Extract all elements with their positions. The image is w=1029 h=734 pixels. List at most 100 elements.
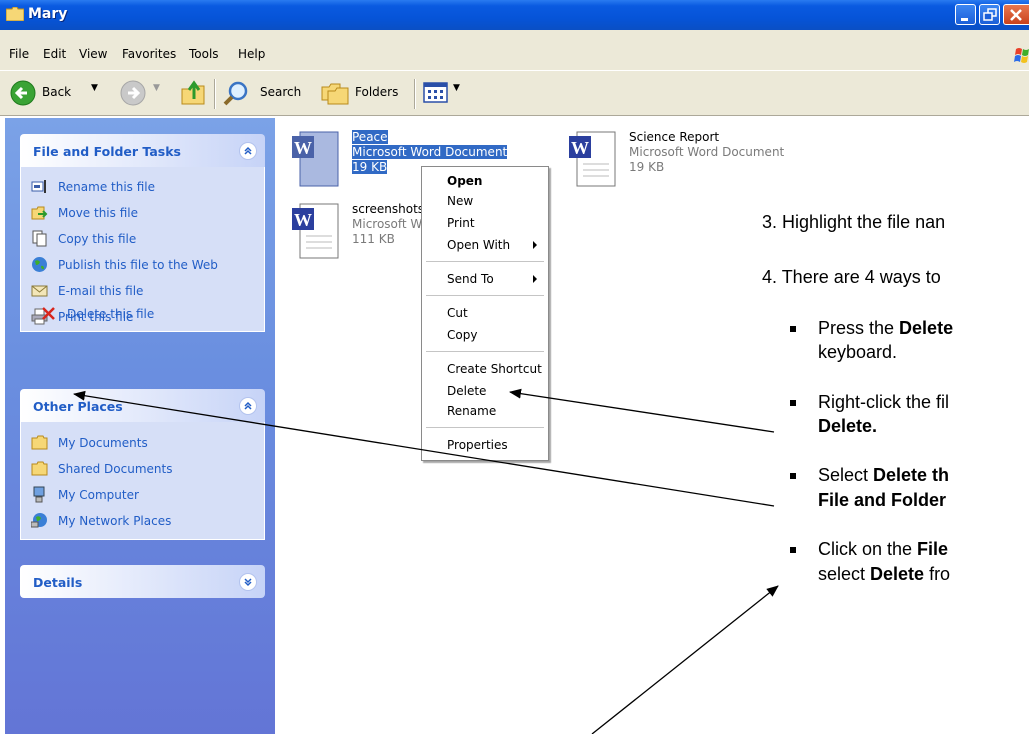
folders-button[interactable]: Folders bbox=[318, 71, 408, 115]
bullet-1-line-2: keyboard. bbox=[818, 342, 898, 362]
close-icon bbox=[1010, 9, 1022, 21]
window-title: Mary bbox=[28, 6, 68, 22]
panel-header[interactable]: Other Places bbox=[20, 389, 265, 422]
menu-separator bbox=[426, 261, 544, 262]
restore-button[interactable] bbox=[979, 4, 1000, 25]
other-places-panel: Other Places My Documents Shared Documen… bbox=[20, 389, 265, 540]
instruction-step-4: 4. There are 4 ways to bbox=[762, 267, 941, 287]
restore-icon bbox=[983, 8, 997, 21]
views-button[interactable]: ▼ bbox=[421, 71, 466, 115]
menu-separator bbox=[426, 351, 544, 352]
back-label: Back bbox=[42, 85, 72, 99]
file-size: 19 KB bbox=[352, 160, 388, 174]
menu-tools[interactable]: Tools bbox=[189, 47, 219, 61]
expand-chevron-icon[interactable] bbox=[239, 573, 257, 591]
menu-separator bbox=[426, 427, 544, 428]
up-folder-button[interactable] bbox=[178, 71, 208, 115]
forward-button[interactable]: ▼ bbox=[118, 71, 166, 115]
move-icon bbox=[31, 206, 48, 220]
bullet-3-line-1: Select Delete th bbox=[818, 465, 950, 485]
task-pane: File and Folder Tasks Rename this file M… bbox=[5, 118, 275, 734]
submenu-arrow-icon bbox=[533, 241, 537, 249]
views-dropdown-icon[interactable]: ▼ bbox=[453, 83, 460, 93]
menu-separator bbox=[426, 295, 544, 296]
folders-icon bbox=[321, 83, 349, 105]
svg-text:W: W bbox=[571, 138, 589, 158]
menu-item-send-to[interactable]: Send To bbox=[447, 272, 494, 286]
minimize-icon bbox=[961, 18, 968, 21]
file-type: Microsoft Word Document bbox=[629, 145, 785, 159]
forward-dropdown-icon[interactable]: ▼ bbox=[153, 83, 160, 93]
menu-item-cut[interactable]: Cut bbox=[447, 306, 468, 320]
folders-label: Folders bbox=[355, 85, 399, 99]
toolbar: Back ▼ ▼ Search Folders ▼ bbox=[0, 70, 1029, 116]
close-button[interactable] bbox=[1003, 4, 1029, 25]
bullet-1-line-1: Press the Delete bbox=[818, 318, 954, 338]
search-icon bbox=[223, 81, 248, 106]
delete-x-icon bbox=[42, 307, 55, 320]
menu-view[interactable]: View bbox=[79, 47, 107, 61]
context-menu: Open New Print Open With Send To Cut Cop… bbox=[421, 166, 549, 461]
computer-icon bbox=[33, 486, 45, 503]
bullet-4-line-2: select Delete fro bbox=[818, 564, 951, 584]
arrow-to-file-menu bbox=[591, 585, 779, 734]
menu-item-rename[interactable]: Rename bbox=[447, 404, 496, 418]
submenu-arrow-icon bbox=[533, 275, 537, 283]
instruction-step-3: 3. Highlight the file nan bbox=[762, 212, 946, 232]
windows-logo-icon bbox=[1014, 48, 1029, 63]
minimize-button[interactable] bbox=[955, 4, 976, 25]
back-dropdown-icon[interactable]: ▼ bbox=[91, 83, 98, 93]
toolbar-separator bbox=[414, 79, 416, 109]
bullet-marker bbox=[790, 326, 796, 332]
panel-header[interactable]: Details bbox=[20, 565, 265, 598]
bullet-2-line-2: Delete. bbox=[818, 416, 878, 436]
views-icon bbox=[423, 82, 448, 103]
menu-item-open[interactable]: Open bbox=[447, 174, 482, 188]
bullet-3-line-2: File and Folder bbox=[818, 490, 947, 510]
back-arrow-icon bbox=[10, 80, 36, 106]
panel-title: Other Places bbox=[33, 399, 123, 414]
svg-text:W: W bbox=[294, 210, 312, 230]
menu-item-open-with[interactable]: Open With bbox=[447, 238, 510, 252]
panel-title: Details bbox=[33, 575, 83, 590]
folder-icon bbox=[6, 7, 24, 21]
bullet-marker bbox=[790, 400, 796, 406]
collapse-chevron-icon[interactable] bbox=[239, 397, 257, 415]
file-folder-tasks-panel: File and Folder Tasks Rename this file M… bbox=[20, 134, 265, 332]
bullet-marker bbox=[790, 473, 796, 479]
search-button[interactable]: Search bbox=[220, 71, 305, 115]
bullet-2-line-1: Right-click the fil bbox=[818, 392, 950, 412]
menu-favorites[interactable]: Favorites bbox=[122, 47, 176, 61]
file-type: Microsoft Word Document bbox=[352, 145, 508, 159]
bullet-marker bbox=[790, 547, 796, 553]
menu-file[interactable]: File bbox=[9, 47, 29, 61]
menu-item-create-shortcut[interactable]: Create Shortcut bbox=[447, 362, 542, 376]
title-bar[interactable]: Mary bbox=[0, 0, 1029, 30]
file-name: Peace bbox=[352, 130, 388, 144]
collapse-chevron-icon[interactable] bbox=[239, 142, 257, 160]
menu-help[interactable]: Help bbox=[238, 47, 265, 61]
panel-header[interactable]: File and Folder Tasks bbox=[20, 134, 265, 167]
file-size: 111 KB bbox=[352, 232, 395, 246]
word-document-icon: W bbox=[292, 131, 339, 187]
panel-body: My Documents Shared Documents My Compute… bbox=[20, 422, 265, 540]
menu-item-new[interactable]: New bbox=[447, 194, 473, 208]
up-folder-icon bbox=[181, 80, 205, 105]
globe-icon bbox=[32, 257, 47, 272]
menu-item-copy[interactable]: Copy bbox=[447, 328, 477, 342]
back-button[interactable]: Back ▼ bbox=[8, 71, 103, 115]
menu-item-delete[interactable]: Delete bbox=[447, 384, 486, 398]
folder-icon bbox=[31, 461, 48, 476]
file-name: Science Report bbox=[629, 130, 720, 144]
search-label: Search bbox=[260, 85, 302, 99]
menu-item-properties[interactable]: Properties bbox=[447, 438, 508, 452]
details-panel: Details bbox=[20, 565, 265, 598]
email-icon bbox=[31, 285, 48, 297]
word-document-icon: W bbox=[569, 131, 616, 187]
copy-icon bbox=[32, 230, 47, 247]
word-document-icon: W bbox=[292, 203, 339, 259]
menu-edit[interactable]: Edit bbox=[43, 47, 66, 61]
menu-item-print[interactable]: Print bbox=[447, 216, 475, 230]
toolbar-separator bbox=[214, 79, 216, 109]
file-name: screenshots bbox=[352, 202, 425, 216]
